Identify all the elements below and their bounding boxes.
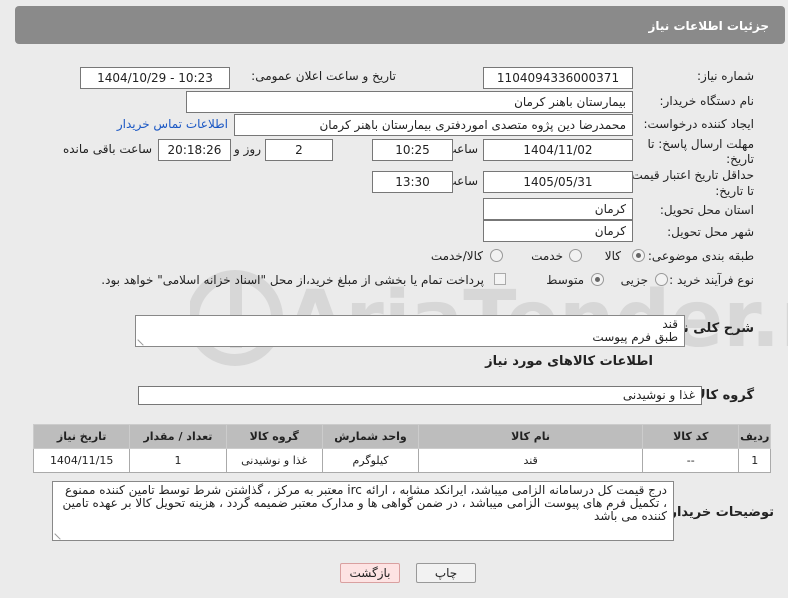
- category-label: طبقه بندی موضوعی:: [647, 249, 754, 263]
- col-row: ردیف: [738, 424, 771, 449]
- announce-field: 1404/10/29 - 10:23: [80, 67, 230, 89]
- purchase-option-medium: متوسط: [546, 273, 584, 287]
- treasury-payment-note: پرداخت تمام یا بخشی از مبلغ خرید،از محل …: [101, 273, 484, 287]
- reply-remaining-field: 20:18:26: [158, 139, 231, 161]
- price-validity-label-1: حداقل تاریخ اعتبار قیمت:: [627, 168, 754, 182]
- page-header: جزئیات اطلاعات نیاز: [15, 6, 785, 44]
- col-group: گروه کالا: [225, 424, 323, 449]
- cell-date: 1404/11/15: [32, 448, 131, 473]
- col-code: کد کالا: [642, 424, 740, 449]
- buyer-org-label: نام دستگاه خریدار:: [659, 94, 755, 108]
- cell-unit: کیلوگرم: [321, 448, 420, 473]
- treasury-payment-checkbox[interactable]: [494, 273, 506, 285]
- description-textarea[interactable]: قند طبق فرم پیوست: [135, 315, 685, 347]
- price-validity-label-2: تا تاریخ:: [715, 184, 754, 198]
- purchase-radio-minor[interactable]: [655, 273, 668, 286]
- col-qty: تعداد / مقدار: [129, 424, 227, 449]
- reply-deadline-time: 10:25: [372, 139, 453, 161]
- goods-table-header: ردیف کد کالا نام کالا واحد شمارش گروه کا…: [32, 424, 771, 449]
- buyer-notes-textarea[interactable]: درج قیمت کل درسامانه الزامی میباشد، ایرا…: [52, 481, 674, 541]
- category-option-service: خدمت: [531, 249, 563, 263]
- category-radio-goods[interactable]: [632, 249, 645, 262]
- reply-deadline-label-1: مهلت ارسال پاسخ: تا: [647, 137, 754, 151]
- creator-field: محمدرضا دین پژوه متصدی اموردفتری بیمارست…: [234, 114, 633, 136]
- city-field: کرمان: [483, 220, 633, 242]
- goods-group-field: غذا و نوشیدنی: [138, 386, 702, 405]
- resize-grip-icon[interactable]: [54, 528, 66, 540]
- purchase-type-label: نوع فرآیند خرید :: [669, 273, 754, 287]
- category-option-goods: کالا: [604, 249, 621, 263]
- cell-name: قند: [418, 448, 644, 473]
- col-unit: واحد شمارش: [321, 424, 420, 449]
- cell-group: غذا و نوشیدنی: [225, 448, 323, 473]
- reply-days-field: 2: [265, 139, 333, 161]
- cell-row: 1: [738, 448, 771, 473]
- buyer-org-field: بیمارستان باهنر کرمان: [186, 91, 633, 113]
- back-button[interactable]: بازگشت: [340, 563, 400, 583]
- reply-days-label: روز و: [234, 142, 261, 156]
- reply-deadline-date: 1404/11/02: [483, 139, 633, 161]
- description-line-2: طبق فرم پیوست: [592, 330, 678, 344]
- need-number-field: 1104094336000371: [483, 67, 633, 89]
- price-validity-date: 1405/05/31: [483, 171, 633, 193]
- category-option-goods-service: کالا/خدمت: [430, 249, 483, 263]
- cell-qty: 1: [129, 448, 227, 473]
- creator-label: ایجاد کننده درخواست:: [643, 117, 754, 131]
- buyer-notes-label: توضیحات خریدار:: [664, 505, 774, 520]
- page-title: جزئیات اطلاعات نیاز: [648, 19, 769, 33]
- col-date: تاریخ نیاز: [32, 424, 131, 449]
- purchase-radio-medium[interactable]: [591, 273, 604, 286]
- reply-deadline-label-2: تاریخ:: [726, 152, 754, 166]
- announce-label: تاریخ و ساعت اعلان عمومی:: [251, 69, 396, 83]
- province-field: کرمان: [483, 198, 633, 220]
- category-radio-goods-service[interactable]: [490, 249, 503, 262]
- col-name: نام کالا: [418, 424, 644, 449]
- category-radio-service[interactable]: [569, 249, 582, 262]
- buyer-contact-link[interactable]: اطلاعات تماس خریدار: [117, 117, 228, 131]
- print-button[interactable]: چاپ: [416, 563, 476, 583]
- goods-table: ردیف کد کالا نام کالا واحد شمارش گروه کا…: [32, 424, 771, 473]
- cell-code: --: [642, 448, 740, 473]
- province-label: استان محل تحویل:: [659, 203, 754, 217]
- reply-remaining-label: ساعت باقی مانده: [62, 142, 152, 156]
- table-row: 1 -- قند کیلوگرم غذا و نوشیدنی 1 1404/11…: [32, 448, 771, 473]
- goods-info-title: اطلاعات کالاهای مورد نیاز: [485, 354, 653, 369]
- purchase-option-minor: جزیی: [620, 273, 648, 287]
- price-validity-time: 13:30: [372, 171, 453, 193]
- need-number-label: شماره نیاز:: [697, 69, 754, 83]
- buyer-notes-text: درج قیمت کل درسامانه الزامی میباشد، ایرا…: [62, 483, 667, 523]
- city-label: شهر محل تحویل:: [667, 225, 754, 239]
- page-panel: جزئیات اطلاعات نیاز AriaTender.neT شماره…: [0, 0, 788, 598]
